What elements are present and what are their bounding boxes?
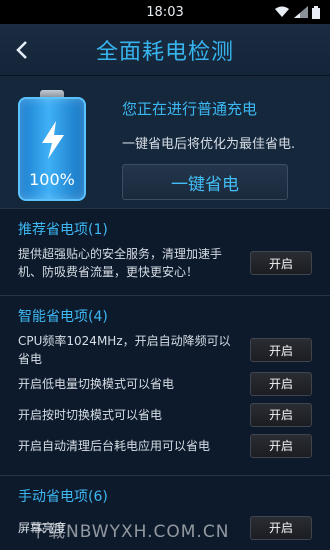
enable-button[interactable]: 开启 — [250, 402, 312, 427]
lightning-icon — [42, 121, 64, 159]
enable-button[interactable]: 开启 — [250, 371, 312, 396]
charging-description: 一键省电后将优化为最佳省电... — [122, 137, 296, 152]
one-key-save-button[interactable]: 一键省电 — [122, 164, 288, 200]
status-time: 18:03 — [146, 4, 184, 20]
section-title: 智能省电项(4) — [18, 309, 108, 325]
charging-status: 您正在进行普通充电 — [122, 100, 258, 118]
enable-button[interactable]: 开启 — [250, 251, 312, 275]
enable-button[interactable]: 开启 — [250, 433, 312, 458]
back-button[interactable] — [0, 24, 44, 76]
recommended-section: 推荐省电项(1) 提供超强贴心的安全服务，清理加速手机、防吸费省流量，更快更安心… — [0, 208, 330, 295]
item-description: 开启自动清理后台耗电应用可以省电 — [18, 438, 211, 453]
list-item: 开启按时切换模式可以省电 开启 — [18, 399, 312, 430]
chevron-left-icon — [16, 40, 27, 59]
battery-cap — [40, 90, 64, 97]
list-item: CPU频率1024MHz，开启自动降频可以省电 开启 — [18, 332, 312, 368]
watermark: 下载NBWYXH.COM.CN — [30, 522, 230, 542]
page-title: 全面耗电检测 — [95, 39, 234, 65]
section-title: 推荐省电项(1) — [18, 222, 108, 238]
item-description: 提供超强贴心的安全服务，清理加速手机、防吸费省流量，更快更安心！ — [18, 247, 223, 279]
title-bar: 全面耗电检测 — [0, 24, 330, 76]
section-title: 手动省电项(6) — [18, 489, 108, 505]
list-item: 提供超强贴心的安全服务，清理加速手机、防吸费省流量，更快更安心！ 开启 — [18, 245, 312, 281]
battery-percent: 100% — [29, 170, 75, 189]
status-bar: 18:03 — [0, 0, 330, 24]
enable-button[interactable]: 开启 — [250, 338, 312, 362]
battery-graphic: 100% — [18, 90, 94, 210]
list-item: 开启低电量切换模式可以省电 开启 — [18, 368, 312, 399]
item-description: CPU频率1024MHz，开启自动降频可以省电 — [18, 334, 231, 366]
charging-info: 您正在进行普通充电 一键省电后将优化为最佳省电... 一键省电 — [122, 98, 302, 208]
item-description: 开启低电量切换模式可以省电 — [18, 376, 175, 391]
enable-button[interactable]: 开启 — [250, 515, 312, 540]
battery-body: 100% — [18, 97, 86, 201]
smart-section: 智能省电项(4) CPU频率1024MHz，开启自动降频可以省电 开启 开启低电… — [0, 295, 330, 475]
charging-summary: 100% 您正在进行普通充电 一键省电后将优化为最佳省电... 一键省电 — [0, 76, 330, 208]
item-description: 开启按时切换模式可以省电 — [18, 407, 163, 422]
list-item: 开启自动清理后台耗电应用可以省电 开启 — [18, 430, 312, 461]
